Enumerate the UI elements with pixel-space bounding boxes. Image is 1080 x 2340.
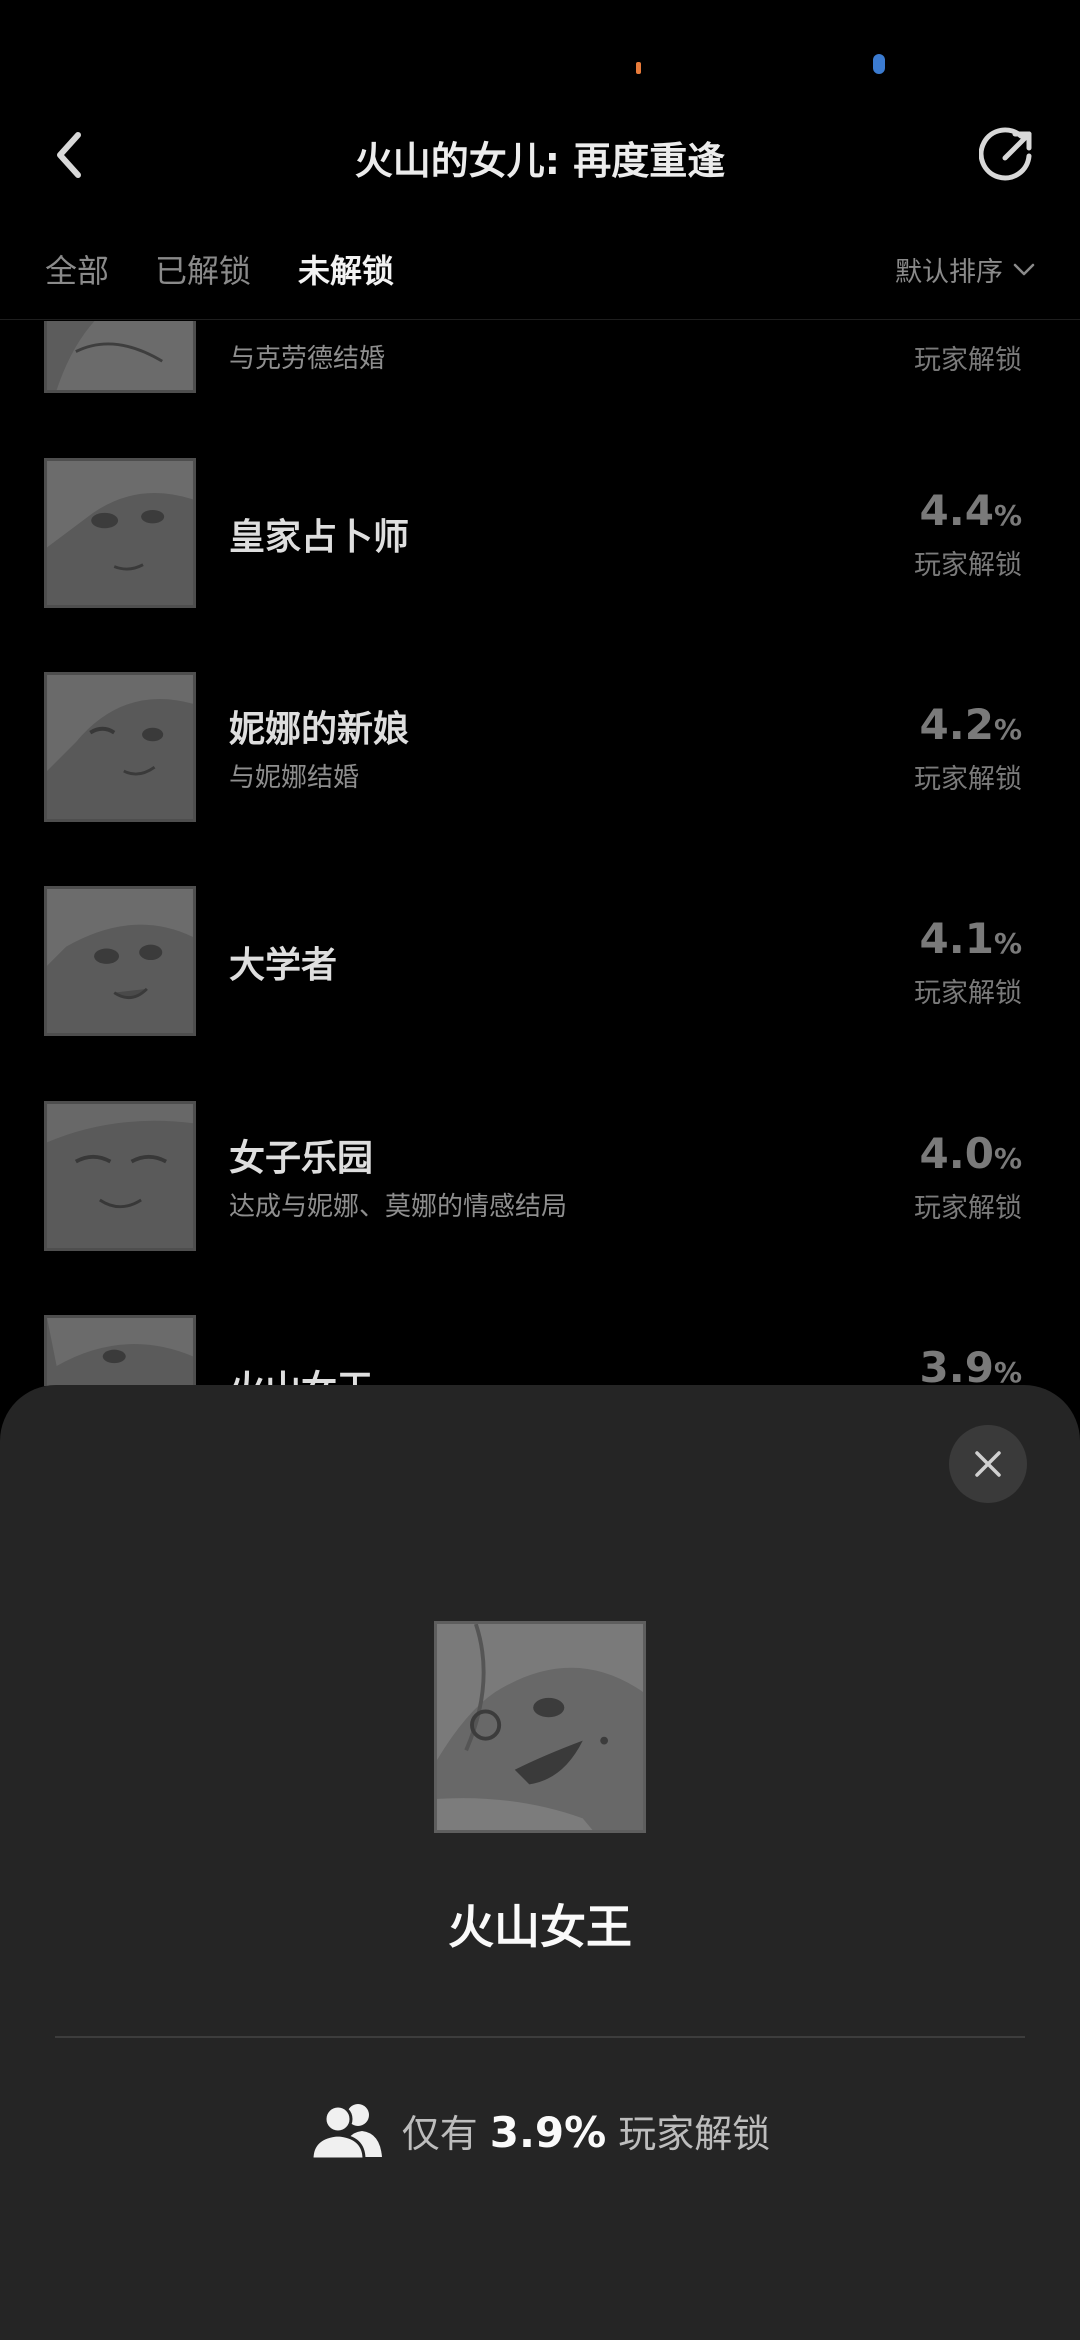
page-title: 火山的女儿: 再度重逢 xyxy=(354,139,726,183)
unlock-stat: 仅有 3.9% 玩家解锁 xyxy=(0,2101,1080,2159)
unlock-percent: 3.9% xyxy=(920,1343,1022,1386)
percent-unit: % xyxy=(993,1142,1022,1175)
filter-tabs: 全部 已解锁 未解锁 默认排序 xyxy=(0,240,1080,320)
chevron-down-icon xyxy=(1013,263,1035,275)
unlock-label: 玩家解锁 xyxy=(914,1193,1022,1224)
stat-percent: 3.9% xyxy=(489,2107,607,2157)
achievement-image xyxy=(44,1315,196,1386)
achievement-detail-title: 火山女王 xyxy=(448,1900,632,1954)
achievement-title: 妮娜的新娘 xyxy=(229,709,410,750)
achievement-row[interactable]: 皇家占卜师 4.4% 玩家解锁 xyxy=(0,458,1080,608)
achievement-list[interactable]: 与克劳德结婚 玩家解锁 皇家占卜师 4.4% 玩家解锁 妮娜的新娘 与妮娜结婚 … xyxy=(0,321,1080,1386)
achievement-row[interactable]: 与克劳德结婚 玩家解锁 xyxy=(0,321,1080,393)
achievement-subtitle: 与妮娜结婚 xyxy=(229,763,360,793)
tab-all[interactable]: 全部 xyxy=(45,246,109,292)
share-icon xyxy=(979,127,1032,181)
achievement-detail-image xyxy=(434,1621,646,1833)
percent-value: 4.1 xyxy=(919,914,994,963)
unlock-percent: 4.4% xyxy=(920,486,1022,535)
status-indicator-orange xyxy=(636,62,641,74)
achievement-title: 火山女王 xyxy=(229,1360,373,1386)
achievement-image xyxy=(44,1101,196,1251)
sort-dropdown[interactable]: 默认排序 xyxy=(895,250,1035,289)
unlock-label: 玩家解锁 xyxy=(914,978,1022,1009)
unlock-percent: 4.1% xyxy=(920,914,1022,963)
stat-prefix: 仅有 xyxy=(401,2111,478,2156)
achievement-subtitle: 与克劳德结婚 xyxy=(229,344,386,374)
achievement-title: 女子乐园 xyxy=(229,1138,374,1179)
unlock-stat-text: 仅有 3.9% 玩家解锁 xyxy=(402,2103,771,2158)
unlock-label: 玩家解锁 xyxy=(914,764,1022,795)
achievement-image xyxy=(44,672,196,822)
stat-suffix: 玩家解锁 xyxy=(618,2111,771,2156)
status-indicator-blue xyxy=(873,54,885,74)
achievement-row[interactable]: 妮娜的新娘 与妮娜结婚 4.2% 玩家解锁 xyxy=(0,672,1080,822)
close-icon xyxy=(975,1451,1001,1477)
achievement-row[interactable]: 火山女王 3.9% xyxy=(0,1315,1080,1386)
unlock-label: 玩家解锁 xyxy=(914,345,1022,376)
percent-unit: % xyxy=(993,1356,1022,1386)
percent-unit: % xyxy=(993,713,1022,746)
tab-locked[interactable]: 未解锁 xyxy=(298,246,394,292)
users-icon xyxy=(310,2104,382,2159)
unlock-label: 玩家解锁 xyxy=(914,550,1022,581)
achievement-subtitle: 达成与妮娜、莫娜的情感结局 xyxy=(229,1192,568,1222)
divider xyxy=(55,2036,1025,2038)
achievement-row[interactable]: 大学者 4.1% 玩家解锁 xyxy=(0,886,1080,1036)
unlock-percent: 4.0% xyxy=(920,1129,1022,1178)
percent-unit: % xyxy=(993,499,1022,532)
close-button[interactable] xyxy=(949,1425,1027,1503)
header: 火山的女儿: 再度重逢 xyxy=(0,110,1080,200)
percent-value: 4.0 xyxy=(919,1129,994,1178)
sort-label: 默认排序 xyxy=(895,257,1003,288)
achievement-image xyxy=(44,321,196,393)
tab-unlocked[interactable]: 已解锁 xyxy=(155,246,251,292)
achievement-image xyxy=(44,886,196,1036)
achievement-row[interactable]: 女子乐园 达成与妮娜、莫娜的情感结局 4.0% 玩家解锁 xyxy=(0,1101,1080,1251)
share-button[interactable] xyxy=(978,125,1038,185)
percent-value: 4.2 xyxy=(919,700,994,749)
percent-value: 4.4 xyxy=(919,486,994,535)
achievement-detail-sheet: 火山女王 仅有 3.9% 玩家解锁 xyxy=(0,1385,1080,2340)
percent-value: 3.9 xyxy=(919,1343,994,1386)
achievement-image xyxy=(44,458,196,608)
achievement-title: 大学者 xyxy=(229,945,338,986)
percent-unit: % xyxy=(993,927,1022,960)
unlock-percent: 4.2% xyxy=(920,700,1022,749)
achievement-title: 皇家占卜师 xyxy=(229,517,410,558)
